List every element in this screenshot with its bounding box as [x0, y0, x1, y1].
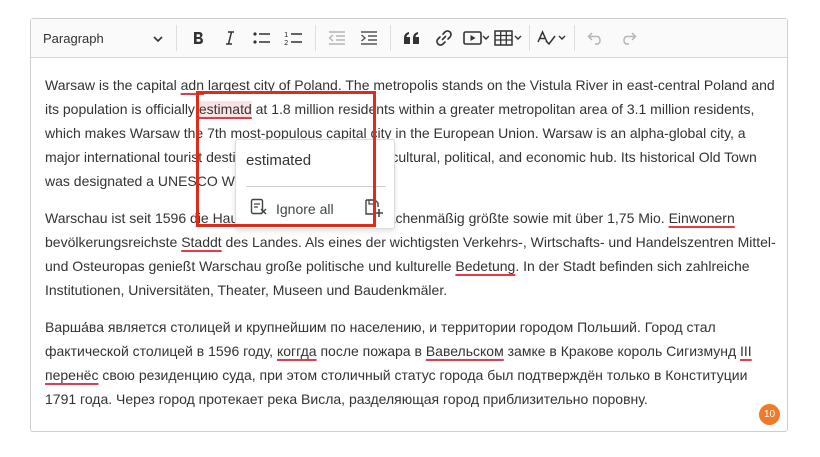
media-embed-button[interactable]	[462, 24, 490, 52]
insert-table-button[interactable]	[494, 24, 522, 52]
add-to-dictionary-button[interactable]	[364, 198, 384, 223]
numbered-list-icon: 12	[284, 30, 304, 46]
toolbar-separator	[574, 25, 575, 51]
misspelled-word[interactable]: adn	[181, 77, 204, 93]
spellcheck-suggestion-popup: estimated Ignore all	[235, 139, 395, 229]
text-run: после пожара в	[316, 343, 426, 359]
ignore-all-button[interactable]: Ignore all	[250, 198, 334, 219]
add-to-dictionary-icon	[364, 199, 384, 222]
toolbar-separator	[315, 25, 316, 51]
italic-icon	[222, 30, 238, 46]
misspelled-word[interactable]: Staddt	[181, 234, 221, 250]
paragraph-english: Warsaw is the capital adn largest city o…	[45, 73, 777, 193]
popup-divider	[246, 186, 386, 187]
paragraph-russian: Варша́ва является столицей и крупнейшим …	[45, 315, 777, 411]
blockquote-button[interactable]	[398, 24, 426, 52]
suggestion-item[interactable]: estimated	[246, 152, 311, 169]
indent-button[interactable]	[355, 24, 383, 52]
table-icon	[494, 30, 522, 46]
italic-button[interactable]	[216, 24, 244, 52]
outdent-icon	[328, 30, 346, 46]
toolbar-separator	[176, 25, 177, 51]
paragraph-german: Warschau ist seit 1596 die Hauptstadt Po…	[45, 206, 777, 302]
bulleted-list-icon	[252, 30, 272, 46]
svg-text:2: 2	[284, 39, 288, 46]
toolbar-separator	[390, 25, 391, 51]
editor-toolbar: Paragraph 12	[31, 19, 787, 58]
redo-icon	[619, 31, 637, 45]
text-run: bevölkerungsreichste	[45, 234, 182, 250]
blockquote-icon	[403, 31, 421, 45]
misspelled-word[interactable]: коггда	[277, 343, 317, 359]
bulleted-list-button[interactable]	[248, 24, 276, 52]
misspelled-word[interactable]: estimatd	[198, 101, 252, 117]
undo-icon	[587, 31, 605, 45]
text-run: замке в Кракове король Сигизмунд	[503, 343, 741, 359]
bold-button[interactable]	[184, 24, 212, 52]
misspelled-word[interactable]: Einwonern	[669, 210, 735, 226]
editor-content[interactable]: Warsaw is the capital adn largest city o…	[45, 73, 777, 424]
rich-text-editor: Paragraph 12 Warsaw is the capital adn l…	[30, 18, 788, 432]
ignore-all-label: Ignore all	[276, 200, 334, 217]
paragraph-format-select[interactable]: Paragraph	[37, 24, 171, 52]
svg-text:1: 1	[284, 31, 288, 39]
misspelled-word[interactable]: III	[740, 343, 752, 359]
error-count-badge[interactable]: 10	[759, 404, 780, 425]
redo-button[interactable]	[614, 24, 642, 52]
toolbar-separator	[529, 25, 530, 51]
spellcheck-button[interactable]	[537, 24, 567, 52]
indent-icon	[360, 30, 378, 46]
paragraph-format-label: Paragraph	[43, 30, 104, 46]
chevron-down-icon	[153, 31, 163, 46]
media-icon	[463, 30, 489, 46]
text-run: свою резиденцию суда, при этом столичный…	[45, 367, 748, 407]
outdent-button[interactable]	[323, 24, 351, 52]
ignore-all-icon	[250, 198, 268, 219]
text-run: Warsaw is the capital	[45, 77, 181, 93]
bold-icon	[190, 30, 206, 46]
misspelled-word[interactable]: Bedetung	[455, 258, 515, 274]
misspelled-word[interactable]: перенёс	[45, 367, 98, 383]
link-icon	[435, 29, 453, 47]
undo-button[interactable]	[582, 24, 610, 52]
numbered-list-button[interactable]: 12	[280, 24, 308, 52]
misspelled-word[interactable]: Вавельском	[426, 343, 504, 359]
spellcheck-icon	[537, 30, 567, 46]
link-button[interactable]	[430, 24, 458, 52]
